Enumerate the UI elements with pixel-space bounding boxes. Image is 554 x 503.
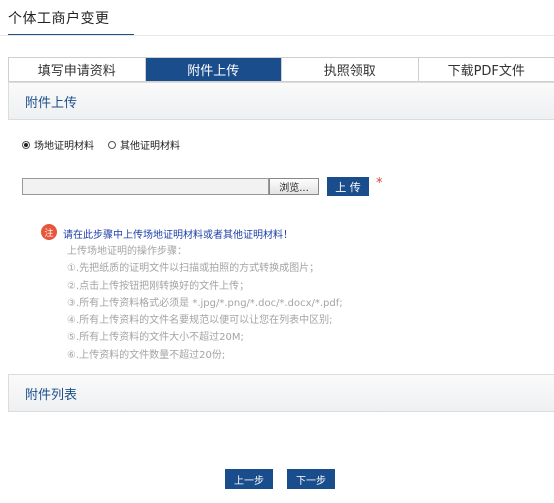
upload-button[interactable]: 上 传 — [327, 177, 369, 196]
next-step-button[interactable]: 下一步 — [287, 469, 335, 489]
instruction-line: 上传场地证明的操作步骤： — [67, 246, 187, 257]
radio-other-proof[interactable]: 其他证明材料 — [108, 137, 180, 152]
radio-label: 其他证明材料 — [120, 141, 180, 152]
attachment-list-header: 附件列表 — [8, 374, 554, 412]
instruction-line: ②.点击上传按钮把刚转换好的文件上传； — [67, 280, 250, 292]
instruction-line: ④.所有上传资料的文件名要规范以便可以让您在列表中区别; — [67, 315, 333, 327]
instruction-line: ⑥.上传资料的文件数量不超过20份; — [67, 349, 226, 361]
page-title: 个体工商户变更 — [8, 11, 110, 27]
radio-label: 场地证明材料 — [34, 141, 94, 152]
title-divider — [0, 35, 554, 36]
notice-icon: 注 — [41, 224, 57, 240]
tab-attachment-upload[interactable]: 附件上传 — [145, 58, 282, 81]
tab-license-pickup[interactable]: 执照领取 — [282, 58, 419, 81]
required-mark: * — [376, 176, 383, 191]
tab-fill-application[interactable]: 填写申请资料 — [9, 58, 146, 81]
instruction-line: ⑤.所有上传资料的文件大小不超过20M; — [67, 332, 244, 344]
upload-section-header: 附件上传 — [8, 82, 554, 120]
notice-text: 请在此步骤中上传场地证明材料或者其他证明材料！ — [63, 230, 293, 241]
file-path-input[interactable] — [22, 178, 269, 195]
material-type-radios: 场地证明材料 其他证明材料 — [22, 137, 194, 152]
radio-unchecked-icon[interactable] — [108, 140, 116, 149]
previous-step-button[interactable]: 上一步 — [225, 469, 273, 489]
browse-button[interactable]: 浏览... — [269, 178, 319, 195]
radio-checked-icon[interactable] — [22, 140, 30, 149]
step-tabs: 填写申请资料 附件上传 执照领取 下载PDF文件 — [8, 57, 554, 82]
instruction-line: ①.先把纸质的证明文件以扫描或拍照的方式转换成图片； — [67, 263, 320, 275]
tab-download-pdf[interactable]: 下载PDF文件 — [419, 58, 554, 81]
upload-instructions: 上传场地证明的操作步骤： ①.先把纸质的证明文件以扫描或拍照的方式转换成图片； … — [67, 243, 343, 364]
instruction-line: ③.所有上传资料格式必须是 *.jpg/*.png/*.doc/*.docx/*… — [67, 297, 343, 309]
radio-site-proof[interactable]: 场地证明材料 — [22, 137, 94, 152]
